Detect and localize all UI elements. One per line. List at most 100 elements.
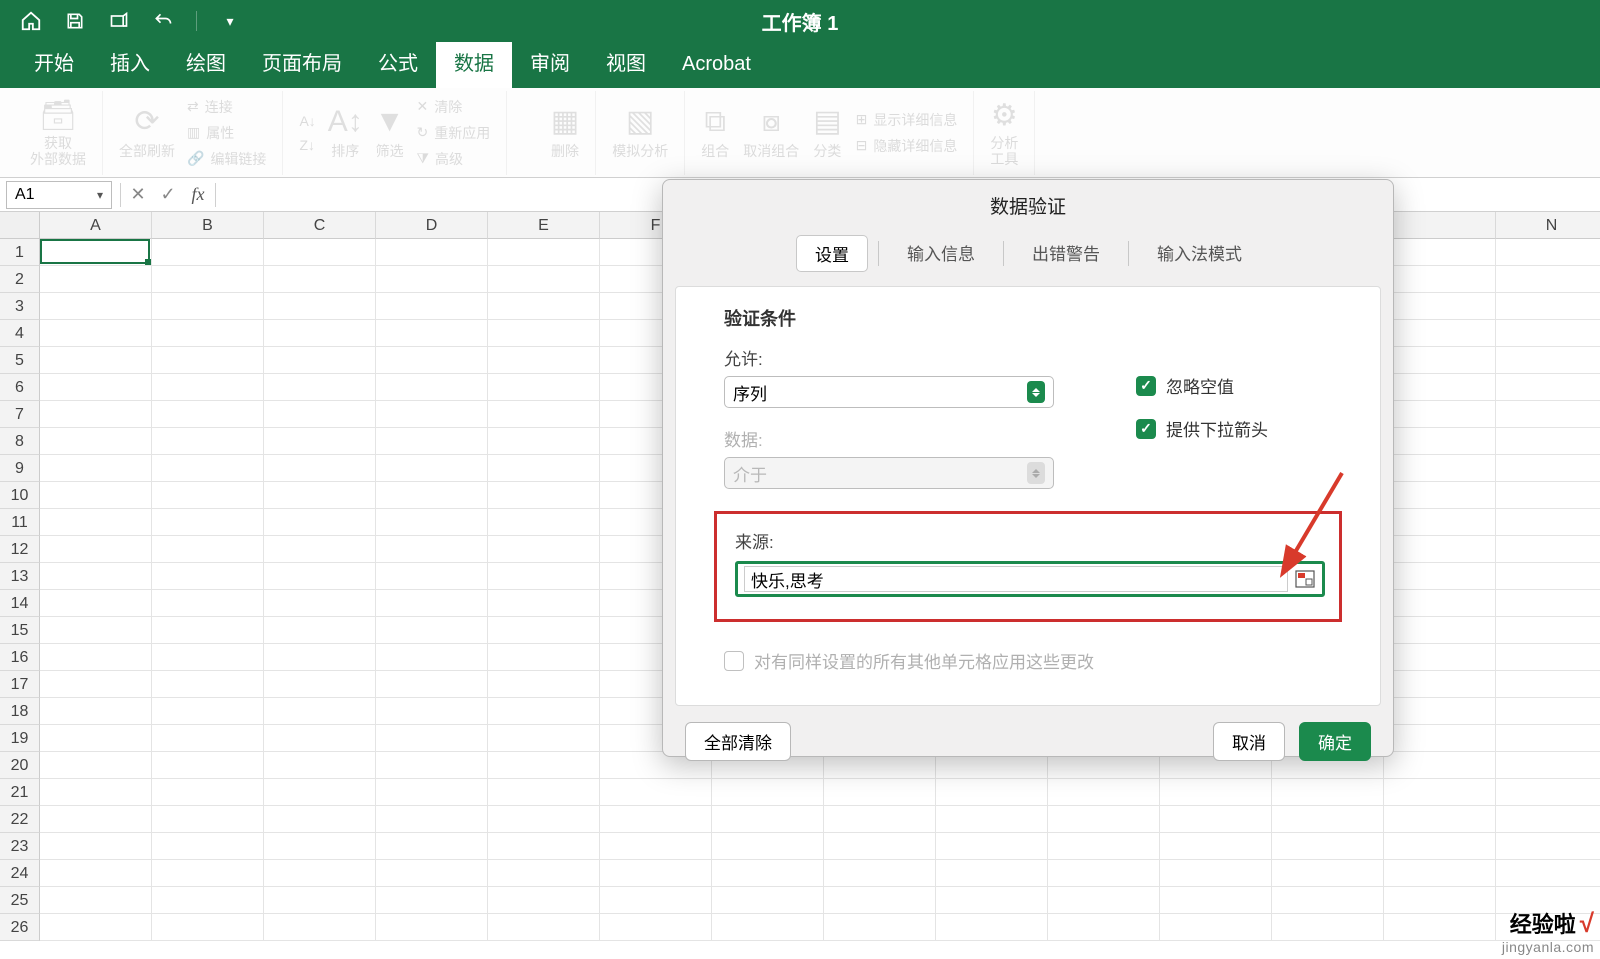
cell[interactable] <box>1048 860 1160 887</box>
cell[interactable] <box>376 374 488 401</box>
menu-draw[interactable]: 绘图 <box>168 37 244 88</box>
cell[interactable] <box>376 347 488 374</box>
fx-icon[interactable]: fx <box>183 184 213 205</box>
cell[interactable] <box>1384 455 1496 482</box>
cell[interactable] <box>1384 428 1496 455</box>
menu-view[interactable]: 视图 <box>588 37 664 88</box>
cell[interactable] <box>152 428 264 455</box>
cell[interactable] <box>1384 401 1496 428</box>
cell[interactable] <box>1496 590 1600 617</box>
cell[interactable] <box>488 428 600 455</box>
menu-formulas[interactable]: 公式 <box>360 37 436 88</box>
cell[interactable] <box>264 239 376 266</box>
cell[interactable] <box>600 779 712 806</box>
cell[interactable] <box>1384 509 1496 536</box>
cell[interactable] <box>1496 293 1600 320</box>
cell[interactable] <box>40 401 152 428</box>
cell[interactable] <box>152 536 264 563</box>
cell[interactable] <box>1272 806 1384 833</box>
cell[interactable] <box>936 914 1048 941</box>
cell[interactable] <box>488 887 600 914</box>
cell[interactable] <box>40 563 152 590</box>
cell[interactable] <box>264 779 376 806</box>
cell[interactable] <box>488 590 600 617</box>
cell[interactable] <box>376 617 488 644</box>
cell[interactable] <box>152 806 264 833</box>
cell[interactable] <box>1384 293 1496 320</box>
cell[interactable] <box>376 671 488 698</box>
cell[interactable] <box>152 482 264 509</box>
cell[interactable] <box>264 374 376 401</box>
cell[interactable] <box>1496 752 1600 779</box>
cell[interactable] <box>152 887 264 914</box>
menu-insert[interactable]: 插入 <box>92 37 168 88</box>
cell[interactable] <box>40 293 152 320</box>
cell[interactable] <box>40 914 152 941</box>
row-header[interactable]: 4 <box>0 320 40 347</box>
cell[interactable] <box>152 833 264 860</box>
cell[interactable] <box>40 644 152 671</box>
cell[interactable] <box>152 401 264 428</box>
accept-formula-icon[interactable]: ✓ <box>153 184 183 205</box>
cell[interactable] <box>824 806 936 833</box>
cell[interactable] <box>488 806 600 833</box>
cell[interactable] <box>600 887 712 914</box>
select-all-corner[interactable] <box>0 212 40 239</box>
cell[interactable] <box>488 725 600 752</box>
cell[interactable] <box>1496 239 1600 266</box>
cell[interactable] <box>40 806 152 833</box>
cell[interactable] <box>376 779 488 806</box>
row-header[interactable]: 6 <box>0 374 40 401</box>
cell[interactable] <box>264 806 376 833</box>
cell[interactable] <box>488 752 600 779</box>
cell[interactable] <box>1384 617 1496 644</box>
cell[interactable] <box>1496 455 1600 482</box>
cell[interactable] <box>712 806 824 833</box>
cell[interactable] <box>152 374 264 401</box>
cell[interactable] <box>40 617 152 644</box>
cell[interactable] <box>1384 887 1496 914</box>
cell[interactable] <box>1384 752 1496 779</box>
cell[interactable] <box>488 266 600 293</box>
cell[interactable] <box>712 833 824 860</box>
cell[interactable] <box>40 752 152 779</box>
cell[interactable] <box>1384 833 1496 860</box>
row-header[interactable]: 16 <box>0 644 40 671</box>
cell[interactable] <box>936 833 1048 860</box>
cell[interactable] <box>264 590 376 617</box>
cell[interactable] <box>488 860 600 887</box>
cell[interactable] <box>1272 887 1384 914</box>
cell[interactable] <box>1160 887 1272 914</box>
cell[interactable] <box>712 914 824 941</box>
cell[interactable] <box>1384 374 1496 401</box>
cell[interactable] <box>264 401 376 428</box>
row-header[interactable]: 13 <box>0 563 40 590</box>
cell[interactable] <box>264 752 376 779</box>
cell[interactable] <box>40 455 152 482</box>
cell[interactable] <box>1272 860 1384 887</box>
cell[interactable] <box>264 563 376 590</box>
cell[interactable] <box>40 725 152 752</box>
column-header[interactable]: N <box>1496 212 1600 239</box>
cell[interactable] <box>152 266 264 293</box>
clear-all-button[interactable]: 全部清除 <box>685 722 791 761</box>
cell[interactable] <box>376 860 488 887</box>
cell[interactable] <box>712 779 824 806</box>
chevron-down-icon[interactable]: ▾ <box>97 188 103 202</box>
cell[interactable] <box>376 293 488 320</box>
cell[interactable] <box>1496 779 1600 806</box>
row-header[interactable]: 23 <box>0 833 40 860</box>
cell[interactable] <box>152 320 264 347</box>
row-header[interactable]: 17 <box>0 671 40 698</box>
cell[interactable] <box>1048 833 1160 860</box>
cell[interactable] <box>40 671 152 698</box>
cell[interactable] <box>1384 779 1496 806</box>
row-header[interactable]: 25 <box>0 887 40 914</box>
cell[interactable] <box>40 860 152 887</box>
cell[interactable] <box>376 239 488 266</box>
cell[interactable] <box>152 725 264 752</box>
cell[interactable] <box>600 914 712 941</box>
cell[interactable] <box>1496 374 1600 401</box>
tab-input-message[interactable]: 输入信息 <box>889 235 993 272</box>
column-header[interactable] <box>1384 212 1496 239</box>
